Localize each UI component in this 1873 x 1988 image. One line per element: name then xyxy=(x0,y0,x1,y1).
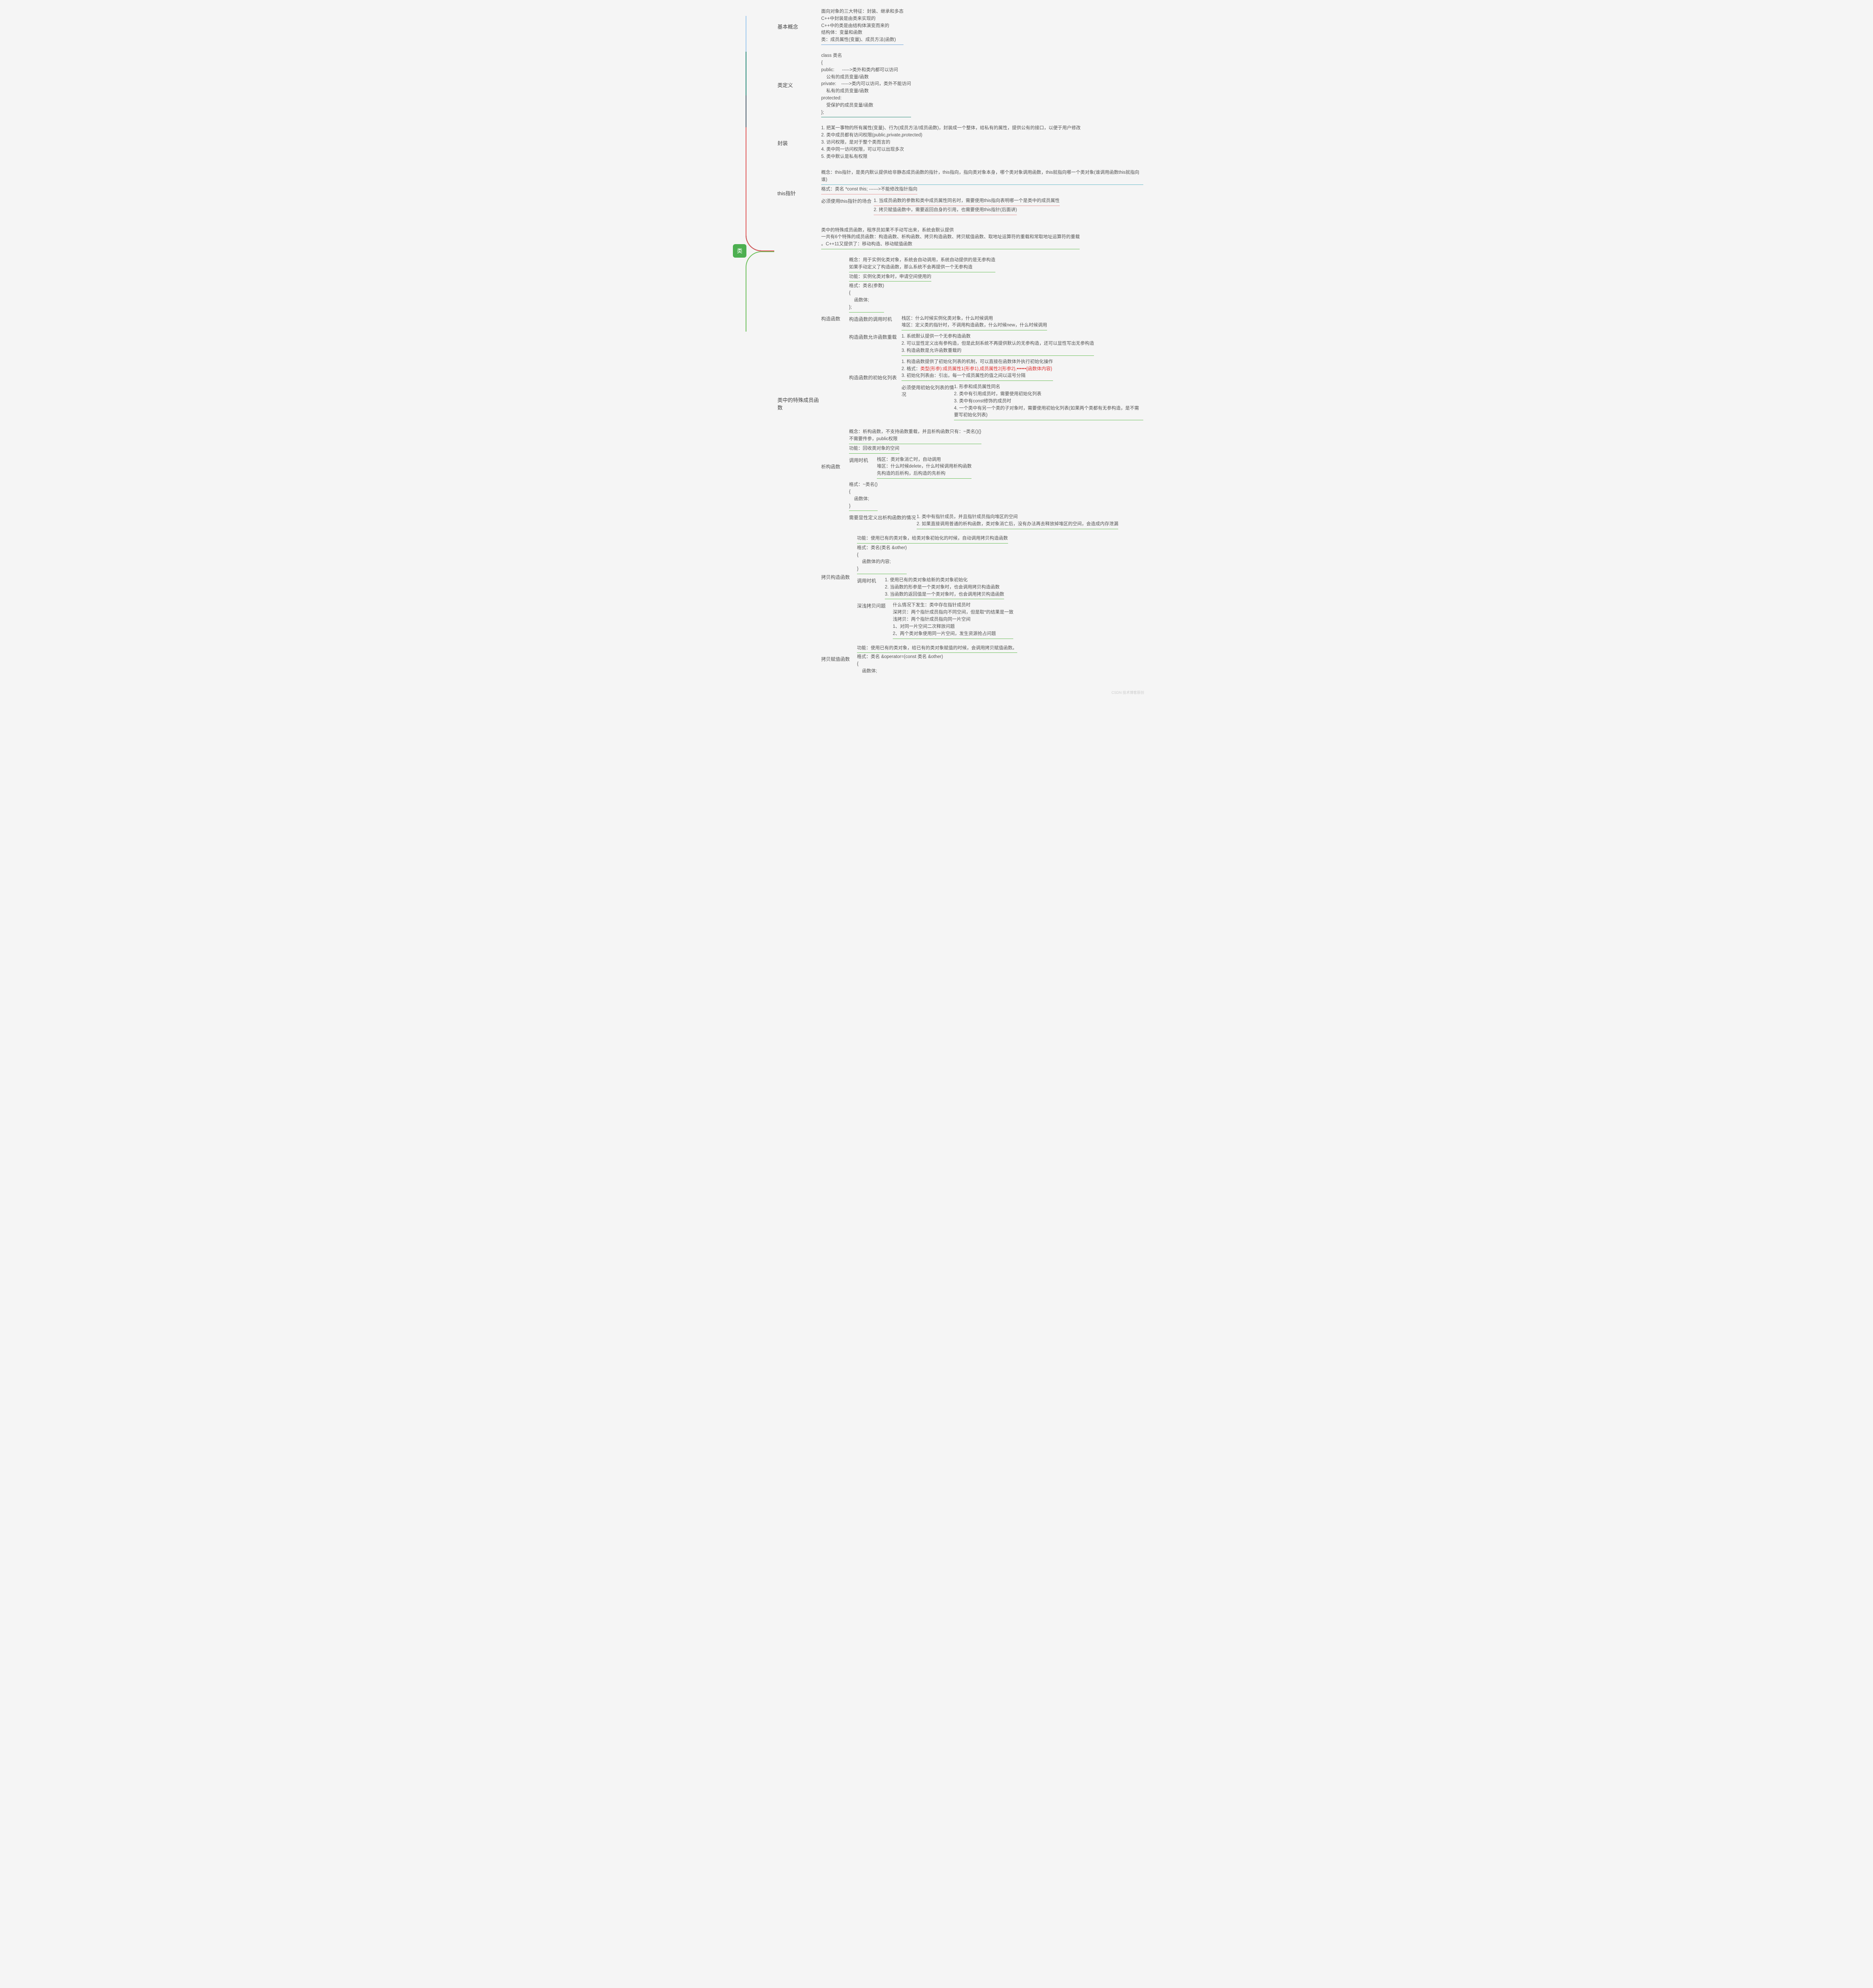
branch-this-pointer[interactable]: this指针 概念：this指针，是类内默认提供给非静态成员函数的指针，this… xyxy=(777,168,1143,217)
leaf-text: 1. 形参和成员属性同名 2. 类中有引用成员时，需要使用初始化列表 3. 类中… xyxy=(954,383,1143,420)
leaf-text: 什么情况下发生：类中存在指针成员时 深拷贝：两个指针成员指向不同空间，但是取*的… xyxy=(893,602,1013,639)
leaf-text: 1. 使用已有的类对象给新的类对象初始化 2. 当函数的形参是一个类对象时，也会… xyxy=(885,577,1004,599)
leaf-text: 功能：使用已有的类对象，给已有的类对象赋值的时候，会调用拷贝赋值函数。 xyxy=(857,645,1017,653)
leaf-text: class 类名 { public: ----->类外和类内都可以访问 公有的成… xyxy=(821,52,911,117)
leaf-text: 1. 系统默认提供一个无参构造函数 2. 可以显性定义出有参构造，但是此刻系统不… xyxy=(902,333,1094,355)
connector xyxy=(746,127,774,251)
leaf-text: 栈区：什么时候实例化类对象，什么时候调用 堆区：定义类的指针时，不调用构造函数，… xyxy=(902,315,1047,331)
leaf-text: 2. 拷贝赋值函数中，需要返回自身的引用，也需要使用this指针(后面讲) xyxy=(874,206,1017,215)
leaf-text: 格式：~类名() { 函数体; } xyxy=(849,481,878,511)
leaf-text: 类中的特殊成员函数，程序员如果不手动写出来，系统会默认提供 一共有6个特殊的成员… xyxy=(821,227,1080,249)
node-label: 拷贝赋值函数 xyxy=(821,644,857,662)
branch-basic[interactable]: 基本概念 面向对象的三大特征：封装、继承和多态 C++中封装是由类来实现的 C+… xyxy=(777,8,1143,45)
branch-class-def[interactable]: 类定义 class 类名 { public: ----->类外和类内都可以访问 … xyxy=(777,52,1143,117)
branch-special-members[interactable]: 类中的特殊成员函数 类中的特殊成员函数，程序员如果不手动写出来，系统会默认提供 … xyxy=(777,225,1143,678)
node-label: 拷贝构造函数 xyxy=(821,534,857,580)
leaf-text: 格式：类名 *const this; ------>不能修改指针指向 xyxy=(821,186,917,194)
connector xyxy=(746,251,774,332)
leaf-text: 面向对象的三大特征：封装、继承和多态 C++中封装是由类来实现的 C++中的类是… xyxy=(821,8,903,45)
node-label: 构造函数 xyxy=(821,256,849,322)
branch-label: this指针 xyxy=(777,189,821,197)
leaf-label: 构造函数的初始化列表 xyxy=(849,358,902,381)
leaf-text: 格式：类名(参数) { 函数体; }; xyxy=(849,282,884,312)
node-copy-constructor[interactable]: 拷贝构造函数 功能：使用已有的类对象，给类对象初始化的时候，自动调用拷贝构造函数… xyxy=(821,534,1143,641)
leaf-label: 构造函数的调用时机 xyxy=(849,315,902,322)
leaf-text: 1. 构造函数提供了初始化列表的机制，可以直接在函数体外执行初始化操作 2. 格… xyxy=(902,358,1053,381)
leaf-label: 必须使用this指针的场合 xyxy=(821,197,874,204)
leaf-text: 功能：实例化类对象时，申请空间使用的 xyxy=(849,273,931,282)
node-constructor[interactable]: 构造函数 概念：用于实例化类对象，系统会自动调用，系统自动提供的是无参构造 如果… xyxy=(821,256,1143,425)
leaf-label: 调用时机 xyxy=(857,577,885,584)
leaf-text: 概念：析构函数，不支持函数重载，并且析构函数只有：~类名(){} 不需要传参，p… xyxy=(849,428,981,444)
leaf-label: 构造函数允许函数重载 xyxy=(849,333,902,340)
branch-label: 类中的特殊成员函数 xyxy=(777,225,821,411)
leaf-text: 1. 把某一事物的所有属性(变量)、行为(成员方法/成员函数)，封装成一个整体，… xyxy=(821,124,1143,161)
leaf-label: 深浅拷贝问题 xyxy=(857,602,893,609)
branch-label: 类定义 xyxy=(777,81,821,89)
leaf-text: 功能：使用已有的类对象，给类对象初始化的时候，自动调用拷贝构造函数 xyxy=(857,535,1008,544)
leaf-text: 概念：this指针，是类内默认提供给非静态成员函数的指针，this指向，指向类对… xyxy=(821,169,1143,185)
leaf-text: 格式：类名 &operator=(const 类名 &other) { 函数体; xyxy=(857,654,943,674)
node-label: 析构函数 xyxy=(821,427,849,470)
leaf-text: 1. 类中有指针成员，并且指针成员指向堆区的空间 2. 如果直接调用普通的析构函… xyxy=(917,513,1118,529)
leaf-text: 功能：回收类对象的空间 xyxy=(849,445,900,454)
branch-label: 基本概念 xyxy=(777,23,821,30)
mindmap-canvas: 类 基本概念 面向对象的三大特征：封装、继承和多态 C++中封装是由类来实现的 … xyxy=(726,0,1147,697)
leaf-label: 需要显性定义出析构函数的情况 xyxy=(849,513,917,521)
leaf-label: 必须使用初始化列表的情况 xyxy=(902,383,954,398)
leaf-text: 1. 当成员函数的参数和类中成员属性同名时，需要使用this指向表明哪一个是类中… xyxy=(874,197,1060,206)
leaf-text: 格式：类名(类名 &other) { 函数体的内容; } xyxy=(857,544,907,574)
root-node[interactable]: 类 xyxy=(733,244,746,258)
node-destructor[interactable]: 析构函数 概念：析构函数，不支持函数重载，并且析构函数只有：~类名(){} 不需… xyxy=(821,427,1143,532)
branch-encapsulation[interactable]: 封装 1. 把某一事物的所有属性(变量)、行为(成员方法/成员函数)，封装成一个… xyxy=(777,124,1143,161)
branch-label: 封装 xyxy=(777,139,821,147)
leaf-label: 调用时机 xyxy=(849,456,877,464)
watermark: CSDN 技术博客原创 xyxy=(1111,690,1144,695)
leaf-text: 栈区：类对象消亡时，自动调用 堆区：什么时候delete，什么时候调用析构函数 … xyxy=(877,456,971,479)
leaf-text: 概念：用于实例化类对象，系统会自动调用，系统自动提供的是无参构造 如果手动定义了… xyxy=(849,256,995,272)
node-copy-assignment[interactable]: 拷贝赋值函数 功能：使用已有的类对象，给已有的类对象赋值的时候，会调用拷贝赋值函… xyxy=(821,644,1143,676)
